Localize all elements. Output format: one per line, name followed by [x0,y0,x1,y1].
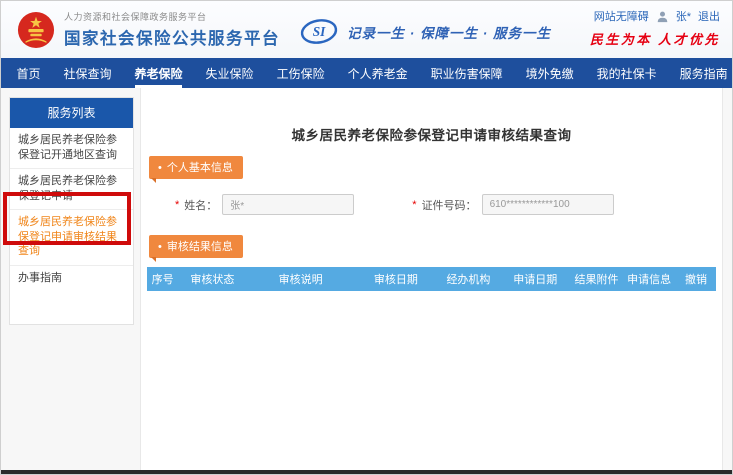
sidebar-item-open-region-query[interactable]: 城乡居民养老保险参保登记开通地区查询 [10,128,133,169]
svg-text:SI: SI [313,24,326,39]
platform-title: 国家社会保险公共服务平台 [64,25,280,49]
nav-item-home[interactable]: 首页 [5,58,52,88]
column-header-agency: 经办机构 [437,271,500,287]
personal-info-form: * 姓名： * 证件号码： [141,194,722,215]
platform-subtitle: 人力资源和社会保障政务服务平台 [64,10,280,23]
window-bottom-edge [1,470,732,474]
sidebar-item-guide[interactable]: 办事指南 [10,266,133,292]
sidebar-item-review-result-query[interactable]: 城乡居民养老保险参保登记申请审核结果查询 [10,210,133,266]
page-title: 城乡居民养老保险参保登记申请审核结果查询 [141,124,722,144]
header: 人力资源和社会保障政务服务平台 国家社会保险公共服务平台 SI 记录一生 · 保… [1,1,732,58]
si-logo-icon: SI [300,18,338,45]
id-number-label: 证件号码： [422,197,477,213]
column-header-audit-description: 审核说明 [247,271,355,287]
column-header-apply-info: 申请信息 [622,271,676,287]
accessibility-link[interactable]: 网站无障碍 [594,8,649,24]
name-input[interactable] [222,194,354,215]
name-field: * 姓名： [175,194,354,215]
username[interactable]: 张* [676,8,691,24]
nav-item-occupational-injury[interactable]: 职业伤害保障 [419,58,514,88]
sidebar: 服务列表 城乡居民养老保险参保登记开通地区查询 城乡居民养老保险参保登记申请 城… [9,97,134,325]
audit-result-table: 序号 审核状态 审核说明 审核日期 经办机构 申请日期 结果附件 申请信息 撤销 [147,267,716,291]
nav-item-personal-pension[interactable]: 个人养老金 [336,58,419,88]
id-number-input[interactable] [482,194,614,215]
column-header-apply-date: 申请日期 [500,271,571,287]
national-emblem-icon [17,11,55,49]
nav-item-shebao-query[interactable]: 社保查询 [52,58,123,88]
nav-item-my-social-card[interactable]: 我的社保卡 [585,58,668,88]
sidebar-title: 服务列表 [10,98,133,128]
column-header-index: 序号 [147,271,178,287]
nav-item-pension-insurance[interactable]: 养老保险 [123,58,194,88]
main-nav: 首页 社保查询 养老保险 失业保险 工伤保险 个人养老金 职业伤害保障 境外免缴… [1,58,732,88]
header-slogan: 记录一生 · 保障一生 · 服务一生 [347,22,551,42]
nav-item-work-injury-insurance[interactable]: 工伤保险 [265,58,336,88]
brand-text: 人力资源和社会保障政务服务平台 国家社会保险公共服务平台 [64,10,280,49]
content-area: 服务列表 城乡居民养老保险参保登记开通地区查询 城乡居民养老保险参保登记申请 城… [1,88,732,472]
column-header-audit-status: 审核状态 [178,271,246,287]
nav-item-unemployment-insurance[interactable]: 失业保险 [194,58,265,88]
user-icon [656,10,669,23]
column-header-revoke: 撤销 [676,271,716,287]
section-badge-personal-info: 个人基本信息 [149,156,243,179]
section-badge-audit-result: 审核结果信息 [149,235,243,258]
nav-item-service-guide[interactable]: 服务指南 [668,58,733,88]
table-header-row: 序号 审核状态 审核说明 审核日期 经办机构 申请日期 结果附件 申请信息 撤销 [147,267,716,291]
logout-link[interactable]: 退出 [698,8,720,24]
name-label: 姓名： [184,197,217,213]
id-number-field: * 证件号码： [412,194,613,215]
brand: 人力资源和社会保障政务服务平台 国家社会保险公共服务平台 [17,10,280,49]
page: 人力资源和社会保障政务服务平台 国家社会保险公共服务平台 SI 记录一生 · 保… [0,0,733,475]
nav-item-overseas-exemption[interactable]: 境外免缴 [514,58,585,88]
header-right: 网站无障碍 张* 退出 民生为本 人才优先 [590,8,720,48]
column-header-audit-date: 审核日期 [355,271,438,287]
center-logo: SI 记录一生 · 保障一生 · 服务一生 [300,18,551,45]
column-header-result-attachment: 结果附件 [571,271,622,287]
header-links: 网站无障碍 张* 退出 [590,8,720,24]
required-marker: * [175,199,179,211]
red-slogan: 民生为本 人才优先 [590,29,720,48]
required-marker: * [412,199,416,211]
sidebar-item-registration-apply[interactable]: 城乡居民养老保险参保登记申请 [10,169,133,210]
main-panel: 城乡居民养老保险参保登记申请审核结果查询 个人基本信息 * 姓名： * 证件号码… [140,88,723,472]
